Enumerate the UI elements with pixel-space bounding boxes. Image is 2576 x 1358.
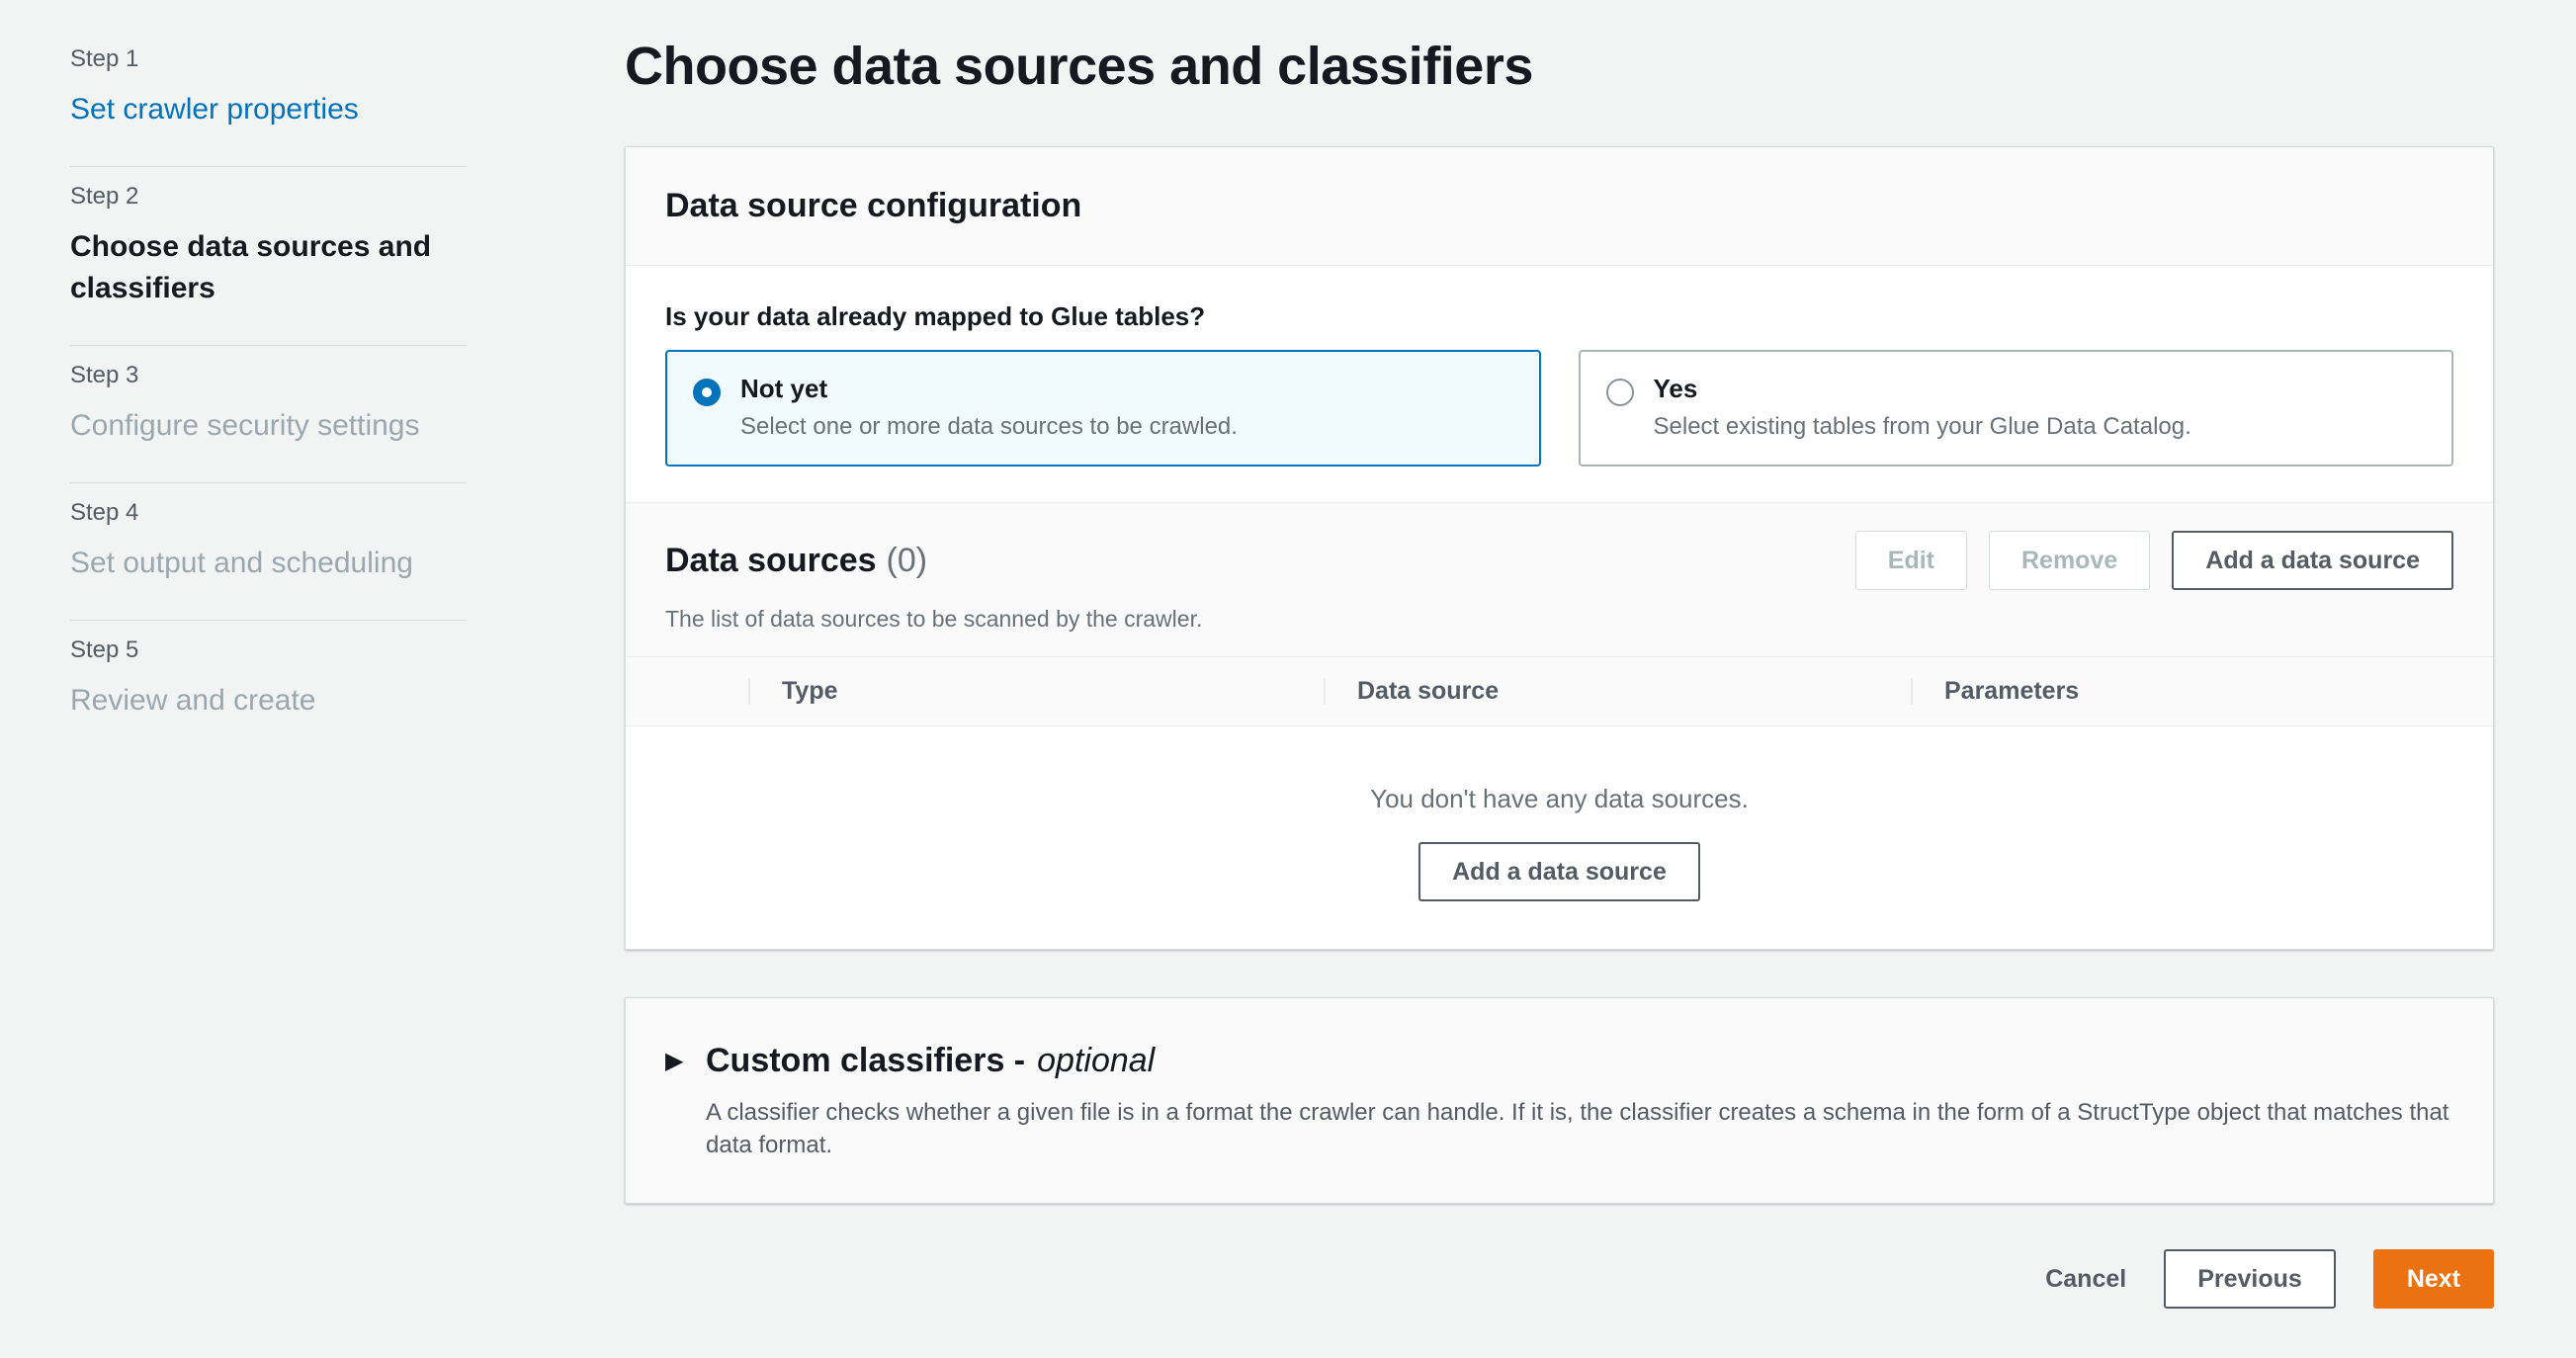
custom-classifiers-optional-label: optional	[1037, 1042, 1156, 1079]
wizard-footer-actions: Cancel Previous Next	[625, 1249, 2494, 1310]
step-label: Step 4	[70, 499, 139, 526]
step-label: Step 3	[70, 362, 139, 388]
sidebar-item-set-output: Set output and scheduling	[70, 547, 413, 579]
sidebar-item-choose-data-sources: Choose data sources and classifiers	[70, 230, 432, 304]
radio-not-yet[interactable]	[693, 379, 721, 406]
radio-yes[interactable]	[1605, 379, 1634, 406]
previous-button[interactable]: Previous	[2164, 1249, 2336, 1310]
data-sources-header: Data sources (0) Edit Remove Add a data s…	[626, 502, 2493, 656]
custom-classifiers-description: A classifier checks whether a given file…	[706, 1099, 2449, 1159]
remove-button: Remove	[1989, 531, 2151, 590]
custom-classifiers-title: Custom classifiers -	[706, 1042, 1026, 1079]
tile-yes-description: Select existing tables from your Glue Da…	[1653, 413, 2191, 440]
tile-not-yet-description: Select one or more data sources to be cr…	[740, 413, 1238, 440]
wizard-steps-sidebar: Step 1 Set crawler properties Step 2 Cho…	[70, 30, 467, 1309]
main-content: Choose data sources and classifiers Data…	[625, 30, 2494, 1310]
sidebar-step-3: Step 3 Configure security settings	[70, 346, 467, 482]
data-source-configuration-panel: Data source configuration Is your data a…	[625, 146, 2494, 950]
selection-column-spacer	[626, 657, 748, 725]
sidebar-step-5: Step 5 Review and create	[70, 621, 467, 757]
tile-not-yet[interactable]: Not yet Select one or more data sources …	[665, 350, 1541, 467]
step-label: Step 5	[70, 637, 139, 663]
data-sources-actions: Edit Remove Add a data source	[1854, 531, 2453, 590]
table-column-header-row: Type Data source Parameters	[626, 656, 2493, 726]
page-title: Choose data sources and classifiers	[625, 37, 1533, 96]
panel-body: Is your data already mapped to Glue tabl…	[626, 266, 2493, 502]
panel-header: Data source configuration	[626, 147, 2493, 266]
cancel-button[interactable]: Cancel	[2045, 1265, 2126, 1294]
column-header-parameters: Parameters	[1911, 657, 2493, 725]
glue-tables-question-label: Is your data already mapped to Glue tabl…	[665, 301, 1206, 331]
step-label: Step 1	[70, 45, 139, 72]
data-sources-title: Data sources (0)	[665, 541, 928, 579]
tile-not-yet-label: Not yet	[740, 374, 828, 403]
column-header-type: Type	[748, 657, 1324, 725]
custom-classifiers-expander[interactable]: ▶ Custom classifiers - optional	[665, 1042, 2453, 1080]
sidebar-item-configure-security: Configure security settings	[70, 409, 420, 442]
custom-classifiers-panel: ▶ Custom classifiers - optional A classi…	[625, 997, 2494, 1205]
sidebar-step-1: Step 1 Set crawler properties	[70, 30, 467, 166]
empty-state-message: You don't have any data sources.	[1370, 784, 1749, 813]
add-data-source-button[interactable]: Add a data source	[2172, 531, 2453, 590]
sidebar-step-2: Step 2 Choose data sources and classifie…	[70, 167, 467, 345]
radio-tile-group: Not yet Select one or more data sources …	[665, 350, 2453, 467]
next-button[interactable]: Next	[2372, 1249, 2494, 1310]
edit-button: Edit	[1854, 531, 1967, 590]
expand-caret-icon: ▶	[665, 1048, 684, 1074]
data-sources-description: The list of data sources to be scanned b…	[665, 606, 1203, 632]
data-sources-count: (0)	[886, 541, 928, 579]
sidebar-item-set-crawler-properties[interactable]: Set crawler properties	[70, 89, 467, 130]
sidebar-step-4: Step 4 Set output and scheduling	[70, 483, 467, 620]
table-empty-state: You don't have any data sources. Add a d…	[626, 726, 2493, 949]
column-header-data-source: Data source	[1324, 657, 1911, 725]
step-label: Step 2	[70, 183, 139, 210]
empty-add-data-source-button[interactable]: Add a data source	[1418, 842, 1700, 901]
sidebar-item-review-create: Review and create	[70, 684, 316, 717]
tile-yes[interactable]: Yes Select existing tables from your Glu…	[1578, 350, 2453, 467]
tile-yes-label: Yes	[1653, 374, 1698, 403]
wizard-page: Step 1 Set crawler properties Step 2 Cho…	[0, 0, 2576, 1310]
